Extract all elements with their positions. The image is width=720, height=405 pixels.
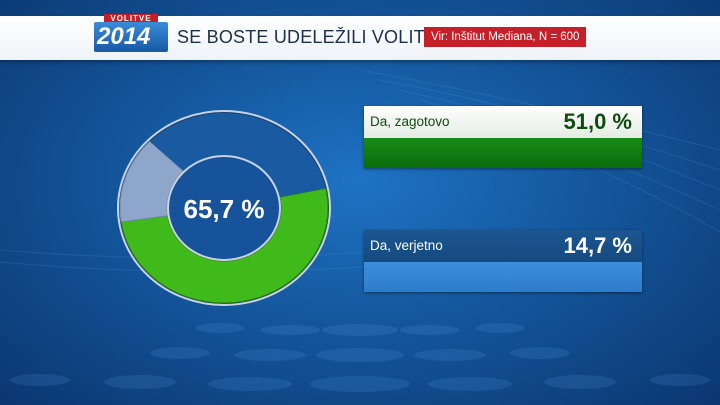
result-bar-header: Da, zagotovo 51,0 % [364, 106, 642, 138]
result-value: 14,7 % [563, 233, 633, 258]
source-badge: Vir: Inštitut Mediana, N = 600 [424, 27, 587, 47]
result-bar-zagotovo: Da, zagotovo 51,0 % [364, 106, 642, 168]
election-logo: VOLITVE 2014 [94, 14, 168, 54]
donut-chart: 65,7 % [117, 110, 331, 306]
result-value: 51,0 % [563, 109, 633, 134]
result-bar-verjetno: Da, verjetno 14,7 % [364, 230, 642, 292]
logo-year: 2014 [94, 22, 168, 52]
donut-center-label: 65,7 % [184, 194, 265, 224]
result-bar-header: Da, verjetno 14,7 % [364, 230, 642, 262]
chart-title: SE BOSTE UDELEŽILI VOLITEV? [177, 27, 460, 47]
result-label: Da, zagotovo [370, 114, 450, 129]
result-label: Da, verjetno [370, 238, 443, 253]
result-bar-fill [364, 262, 642, 292]
result-bar-fill [364, 138, 642, 168]
background-decoration [0, 69, 720, 392]
